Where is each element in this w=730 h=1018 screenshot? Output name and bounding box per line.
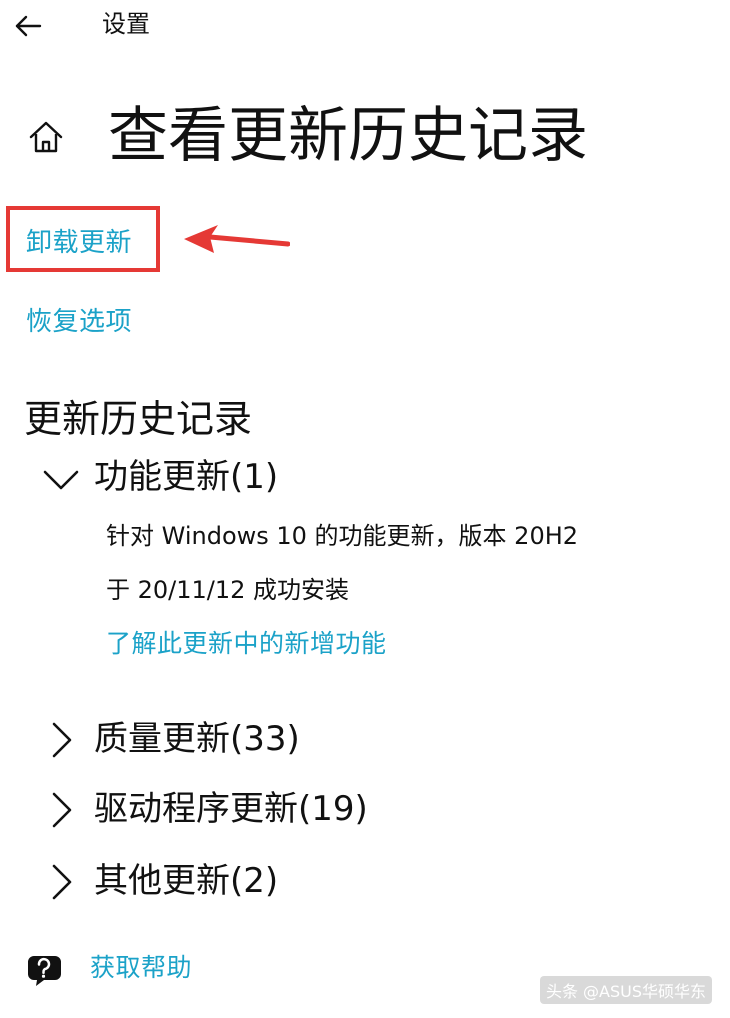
feature-updates-label: 功能更新(1) <box>94 457 279 497</box>
driver-updates-row[interactable]: 驱动程序更新(19) <box>42 790 368 828</box>
watermark-text: 头条 @ASUS华硕华东 <box>539 976 712 1004</box>
help-button[interactable] <box>24 950 64 990</box>
other-updates-row[interactable]: 其他更新(2) <box>42 862 278 900</box>
chevron-right-icon <box>52 864 72 900</box>
help-chat-icon <box>28 956 61 986</box>
back-button[interactable] <box>10 8 46 44</box>
driver-updates-label: 驱动程序更新(19) <box>94 789 368 829</box>
window-title: 设置 <box>102 10 150 38</box>
chevron-right-icon <box>52 722 72 758</box>
chevron-right-icon <box>52 792 72 828</box>
red-arrow-icon <box>184 225 290 253</box>
uninstall-updates-link[interactable]: 卸载更新 <box>26 230 132 256</box>
quality-updates-label: 质量更新(33) <box>94 719 300 759</box>
other-updates-label: 其他更新(2) <box>94 861 279 901</box>
chevron-down-icon <box>43 470 79 490</box>
update-history-title: 更新历史记录 <box>24 397 253 441</box>
home-icon <box>29 121 63 153</box>
get-help-link[interactable]: 获取帮助 <box>90 955 192 980</box>
feature-update-title: 针对 Windows 10 的功能更新，版本 20H2 <box>106 522 579 550</box>
home-button[interactable] <box>26 118 66 158</box>
quality-updates-row[interactable]: 质量更新(33) <box>42 720 300 758</box>
feature-update-status: 于 20/11/12 成功安装 <box>106 576 350 604</box>
feature-updates-row[interactable]: 功能更新(1) <box>42 458 278 496</box>
back-arrow-icon <box>15 15 42 37</box>
learn-more-link[interactable]: 了解此更新中的新增功能 <box>106 631 387 656</box>
recovery-options-link[interactable]: 恢复选项 <box>26 309 132 335</box>
settings-page: 设置 查看更新历史记录 卸载更新 恢复选项 更新历史记录 功能更新(1) 针对 … <box>0 0 730 1018</box>
page-title: 查看更新历史记录 <box>108 101 588 171</box>
